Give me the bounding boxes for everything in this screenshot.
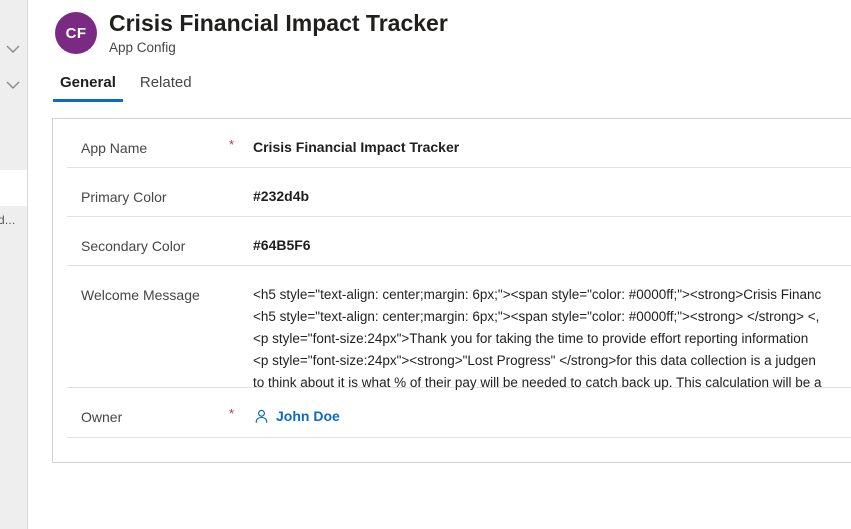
field-value-secondary-color[interactable]: #64B5F6 — [253, 235, 851, 254]
field-row-app-name: App Name * Crisis Financial Impact Track… — [67, 119, 851, 168]
required-indicator: * — [229, 406, 235, 421]
sidebar-item-label: d... — [0, 213, 16, 227]
owner-name[interactable]: John Doe — [276, 407, 340, 425]
sidebar-item-truncated[interactable]: d... — [0, 210, 27, 230]
field-row-primary-color: Primary Color #232d4b — [67, 168, 851, 217]
field-row-owner: Owner * John Doe — [67, 388, 851, 438]
header-titles: Crisis Financial Impact Tracker App Conf… — [109, 8, 448, 57]
sidebar-gutter — [28, 0, 36, 529]
required-indicator: * — [229, 137, 235, 152]
chevron-down-icon[interactable] — [2, 38, 24, 60]
required-indicator — [229, 186, 253, 187]
tab-general[interactable]: General — [53, 73, 123, 102]
field-value-owner[interactable]: John Doe — [253, 406, 851, 425]
person-icon — [253, 408, 269, 424]
tab-related[interactable]: Related — [133, 73, 199, 102]
field-value-app-name[interactable]: Crisis Financial Impact Tracker — [253, 137, 851, 156]
main-content: CF Crisis Financial Impact Tracker App C… — [36, 0, 851, 529]
required-indicator — [229, 284, 253, 285]
required-indicator — [229, 235, 253, 236]
field-value-welcome-message[interactable]: <h5 style="text-align: center;margin: 6p… — [253, 284, 851, 394]
page-subtitle: App Config — [109, 40, 176, 55]
field-label-owner: Owner — [81, 409, 123, 425]
chevron-down-icon[interactable] — [2, 74, 24, 96]
left-sidebar: d... — [0, 0, 28, 529]
app-root: d... CF Crisis Financial Impact Tracker … — [0, 0, 851, 529]
record-header: CF Crisis Financial Impact Tracker App C… — [36, 0, 851, 70]
field-row-welcome-message: Welcome Message <h5 style="text-align: c… — [67, 266, 851, 390]
avatar: CF — [55, 12, 97, 54]
field-label-app-name: App Name — [81, 140, 148, 156]
page-title: Crisis Financial Impact Tracker — [109, 10, 448, 36]
field-value-primary-color[interactable]: #232d4b — [253, 186, 851, 205]
tab-list: General Related — [53, 72, 209, 102]
field-row-secondary-color: Secondary Color #64B5F6 — [67, 217, 851, 266]
form-card: App Name * Crisis Financial Impact Track… — [52, 118, 851, 463]
field-label-primary-color: Primary Color — [81, 189, 167, 205]
field-label-secondary-color: Secondary Color — [81, 238, 186, 254]
field-label-welcome-message: Welcome Message — [81, 287, 200, 303]
sidebar-item-selected[interactable] — [0, 170, 27, 206]
